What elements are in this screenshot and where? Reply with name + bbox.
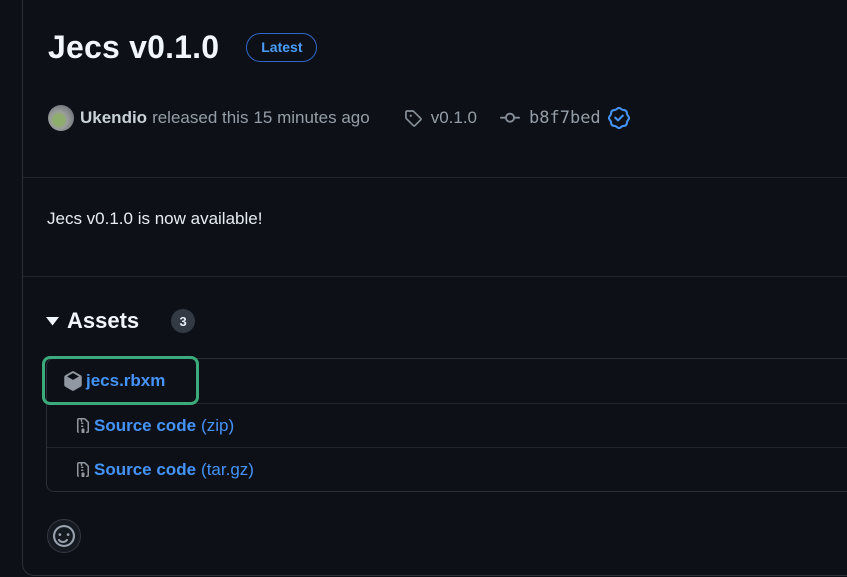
release-meta-row: Ukendio released this 15 minutes ago v0.…: [48, 105, 847, 131]
commit-group: b8f7bed: [500, 107, 630, 129]
release-body: Jecs v0.1.0 is now available!: [23, 178, 847, 277]
asset-suffix: (tar.gz): [201, 460, 254, 480]
tag-icon: [404, 109, 422, 127]
author-link[interactable]: Ukendio: [80, 108, 147, 128]
commit-icon: [500, 108, 520, 128]
assets-count-badge: 3: [171, 309, 195, 333]
asset-link-jecs-rbxm[interactable]: jecs.rbxm: [63, 371, 165, 391]
release-title: Jecs v0.1.0: [48, 26, 219, 68]
release-header: Jecs v0.1.0 Latest Ukendio released this…: [23, 0, 847, 178]
tag-group: v0.1.0: [404, 108, 477, 128]
commit-sha-link[interactable]: b8f7bed: [529, 108, 601, 128]
tag-name: v0.1.0: [431, 108, 477, 128]
author-line: Ukendio released this 15 minutes ago: [80, 108, 370, 128]
avatar[interactable]: [48, 105, 74, 131]
package-icon: [63, 371, 83, 391]
assets-section: Assets 3 jecs.rbxm Source code: [23, 277, 847, 553]
title-row: Jecs v0.1.0 Latest: [48, 26, 847, 68]
asset-name: jecs.rbxm: [86, 371, 165, 391]
chevron-down-icon: [46, 316, 59, 326]
asset-link-source-targz[interactable]: Source code (tar.gz): [75, 460, 254, 480]
asset-name: Source code: [94, 416, 196, 436]
assets-list: jecs.rbxm Source code (zip) Source: [46, 358, 847, 492]
asset-row-jecs-rbxm: jecs.rbxm: [47, 359, 847, 403]
released-text: released this: [152, 108, 248, 128]
asset-row-source-zip: Source code (zip): [47, 403, 847, 447]
asset-name: Source code: [94, 460, 196, 480]
release-card: Jecs v0.1.0 Latest Ukendio released this…: [22, 0, 847, 576]
file-zip-icon: [75, 418, 91, 434]
add-reaction-button[interactable]: [47, 519, 81, 553]
asset-row-source-targz: Source code (tar.gz): [47, 447, 847, 491]
file-zip-icon: [75, 462, 91, 478]
latest-badge[interactable]: Latest: [246, 33, 317, 62]
verified-icon[interactable]: [608, 107, 630, 129]
assets-header-toggle[interactable]: Assets 3: [46, 307, 847, 335]
release-description: Jecs v0.1.0 is now available!: [47, 207, 847, 231]
asset-link-source-zip[interactable]: Source code (zip): [75, 416, 234, 436]
release-timestamp[interactable]: 15 minutes ago: [253, 108, 369, 128]
smiley-icon: [53, 525, 75, 547]
asset-suffix: (zip): [201, 416, 234, 436]
assets-title: Assets: [67, 308, 139, 334]
